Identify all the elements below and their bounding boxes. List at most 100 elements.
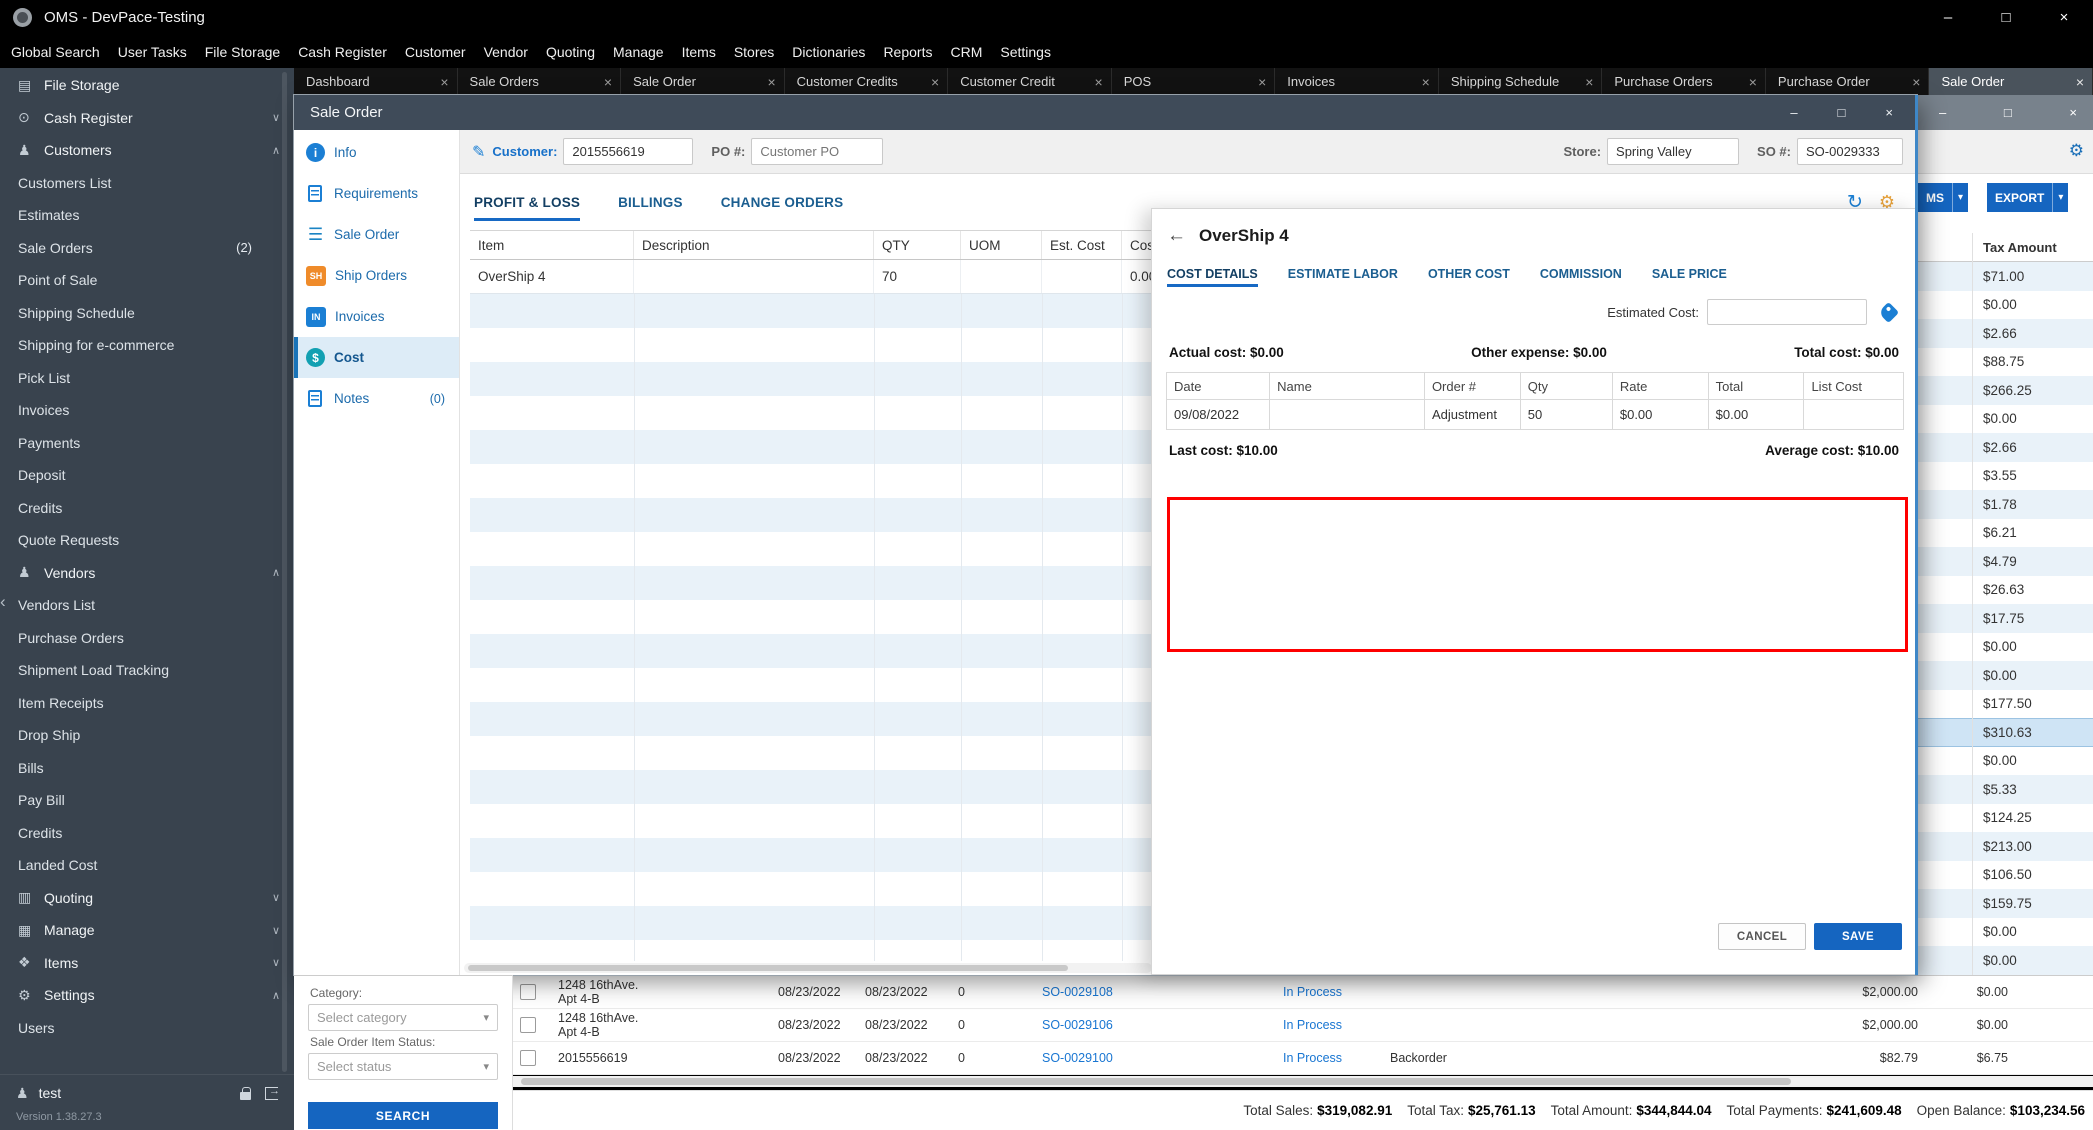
sidebar-item[interactable]: Invoices [0, 394, 294, 427]
dropdown-icon[interactable]: ▾ [1952, 183, 1968, 212]
tax-amount-cell[interactable]: $26.63 [1917, 576, 2093, 605]
sidebar-item[interactable]: Users [0, 1012, 294, 1045]
scrollbar-thumb[interactable] [521, 1078, 1791, 1085]
back-icon[interactable]: ← [1167, 225, 1186, 247]
sidebar-item[interactable]: ▥ Quoting ∨ [0, 882, 294, 915]
sidebar-item[interactable]: Sale Orders (2) [0, 232, 294, 265]
row-checkbox[interactable] [520, 1050, 536, 1066]
tax-amount-cell[interactable]: $177.50 [1917, 690, 2093, 719]
sidebar-item[interactable]: ▦ Manage ∨ [0, 914, 294, 947]
sidebar-item[interactable]: Landed Cost [0, 849, 294, 882]
tax-amount-cell[interactable]: $2.66 [1917, 433, 2093, 462]
estimated-cost-input[interactable] [1707, 299, 1867, 325]
po-input[interactable] [751, 138, 884, 165]
sidebar-item[interactable]: Payments [0, 427, 294, 460]
tax-amount-cell[interactable]: $4.79 [1917, 547, 2093, 576]
store-input[interactable] [1607, 138, 1740, 165]
detail-tab[interactable]: SALE PRICE [1652, 261, 1727, 287]
tax-amount-cell[interactable]: $124.25 [1917, 804, 2093, 833]
dialog-nav-cost[interactable]: $ Cost [294, 337, 459, 378]
sidebar-item[interactable]: ❖ Items ∨ [0, 947, 294, 980]
content-tab[interactable]: PROFIT & LOSS [474, 174, 581, 230]
dialog-minimize-icon[interactable]: – [1790, 105, 1797, 120]
document-tab[interactable]: Purchase Orders × [1602, 68, 1766, 95]
export-button[interactable]: EXPORT ▾ [1987, 183, 2069, 212]
tax-amount-cell[interactable]: $71.00 [1917, 262, 2093, 291]
tax-amount-cell[interactable]: $213.00 [1917, 832, 2093, 861]
grid-horizontal-scrollbar[interactable] [464, 963, 1152, 973]
row-checkbox[interactable] [520, 1017, 536, 1033]
menu-item[interactable]: Global Search [2, 35, 109, 68]
menu-item[interactable]: Cash Register [289, 35, 396, 68]
dialog-nav-requirements[interactable]: Requirements [294, 173, 459, 214]
sidebar-item[interactable]: Shipping for e-commerce [0, 329, 294, 362]
detail-tab[interactable]: COMMISSION [1540, 261, 1622, 287]
dialog-nav-ship-orders[interactable]: SH Ship Orders [294, 255, 459, 296]
category-select[interactable]: Select category ▾ [308, 1004, 498, 1031]
tax-amount-cell[interactable]: $106.50 [1917, 861, 2093, 890]
tax-amount-cell[interactable]: $0.00 [1917, 633, 2093, 662]
menu-item[interactable]: Settings [991, 35, 1060, 68]
sale-order-row[interactable]: 1248 16thAve. Apt 4-B 08/23/2022 08/23/2… [513, 976, 2093, 1009]
document-tab[interactable]: Sale Orders × [457, 68, 622, 95]
tax-amount-cell[interactable]: $2.66 [1917, 319, 2093, 348]
dialog-close-icon[interactable]: × [1885, 105, 1893, 120]
menu-item[interactable]: Dictionaries [783, 35, 874, 68]
tab-close-icon[interactable]: × [1416, 74, 1430, 90]
sidebar-item[interactable]: Shipping Schedule [0, 297, 294, 330]
tax-amount-cell[interactable]: $159.75 [1917, 889, 2093, 918]
window-restore-icon[interactable]: □ [2004, 105, 2012, 120]
sidebar-scrollbar[interactable] [282, 72, 287, 1072]
window-close-icon[interactable]: × [2069, 105, 2077, 120]
content-tab[interactable]: CHANGE ORDERS [721, 174, 844, 230]
sidebar-item[interactable]: ⊙ Cash Register ∨ [0, 102, 294, 135]
menu-item[interactable]: Quoting [537, 35, 604, 68]
sidebar-collapse-icon[interactable]: ‹ [0, 592, 6, 612]
items-button[interactable]: MS ▾ [1918, 183, 1969, 212]
item-status-select[interactable]: Select status ▾ [308, 1053, 498, 1080]
sidebar-item[interactable]: Estimates [0, 199, 294, 232]
sidebar-item[interactable]: ⚙ Settings ∧ [0, 979, 294, 1012]
logout-icon[interactable] [265, 1085, 280, 1100]
tax-amount-cell[interactable]: $0.00 [1917, 747, 2093, 776]
customer-input[interactable] [563, 138, 694, 165]
detail-tab[interactable]: COST DETAILS [1167, 261, 1258, 287]
dialog-titlebar[interactable]: Sale Order – □ × [294, 95, 1917, 130]
cancel-button[interactable]: CANCEL [1718, 923, 1806, 950]
tab-close-icon[interactable]: × [1579, 74, 1593, 90]
tab-close-icon[interactable]: × [1089, 74, 1103, 90]
dialog-maximize-icon[interactable]: □ [1838, 105, 1846, 120]
sidebar-item[interactable]: Quote Requests [0, 524, 294, 557]
menu-item[interactable]: Items [673, 35, 725, 68]
sale-order-link[interactable]: SO-0029106 [1042, 1009, 1113, 1042]
document-tab[interactable]: Invoices × [1275, 68, 1439, 95]
tax-amount-cell[interactable]: $3.55 [1917, 462, 2093, 491]
sidebar-item[interactable]: Pay Bill [0, 784, 294, 817]
tab-close-icon[interactable]: × [1743, 74, 1757, 90]
menu-item[interactable]: Reports [874, 35, 941, 68]
sale-order-row[interactable]: 1248 16thAve. Apt 4-B 08/23/2022 08/23/2… [513, 1009, 2093, 1042]
sidebar-item[interactable]: Purchase Orders [0, 622, 294, 655]
cost-table-row[interactable]: 09/08/2022 Adjustment 50 $0.00 $0.00 [1165, 399, 1904, 430]
window-close-icon[interactable]: × [2035, 0, 2093, 35]
lock-icon[interactable] [240, 1086, 251, 1100]
sidebar-item[interactable]: Pick List [0, 362, 294, 395]
row-checkbox[interactable] [520, 984, 536, 1000]
sidebar-item[interactable]: Customers List [0, 167, 294, 200]
content-tab[interactable]: BILLINGS [618, 174, 683, 230]
tax-amount-cell[interactable]: $0.00 [1917, 405, 2093, 434]
sidebar-item[interactable]: Vendors List [0, 589, 294, 622]
tax-amount-cell[interactable]: $17.75 [1917, 604, 2093, 633]
menu-item[interactable]: File Storage [196, 35, 289, 68]
sidebar-item[interactable]: Shipment Load Tracking [0, 654, 294, 687]
menu-item[interactable]: Customer [396, 35, 475, 68]
dialog-nav-info[interactable]: i Info [294, 132, 459, 173]
sidebar-item[interactable]: ▤ File Storage [0, 69, 294, 102]
document-tab[interactable]: Customer Credit × [948, 68, 1112, 95]
tax-amount-cell[interactable]: $6.21 [1917, 519, 2093, 548]
tab-close-icon[interactable]: × [1252, 74, 1266, 90]
tax-amount-cell[interactable]: $0.00 [1917, 918, 2093, 947]
dropdown-icon[interactable]: ▾ [2052, 183, 2068, 212]
sidebar-item[interactable]: ♟ Customers ∧ [0, 134, 294, 167]
sale-order-link[interactable]: SO-0029100 [1042, 1042, 1113, 1075]
